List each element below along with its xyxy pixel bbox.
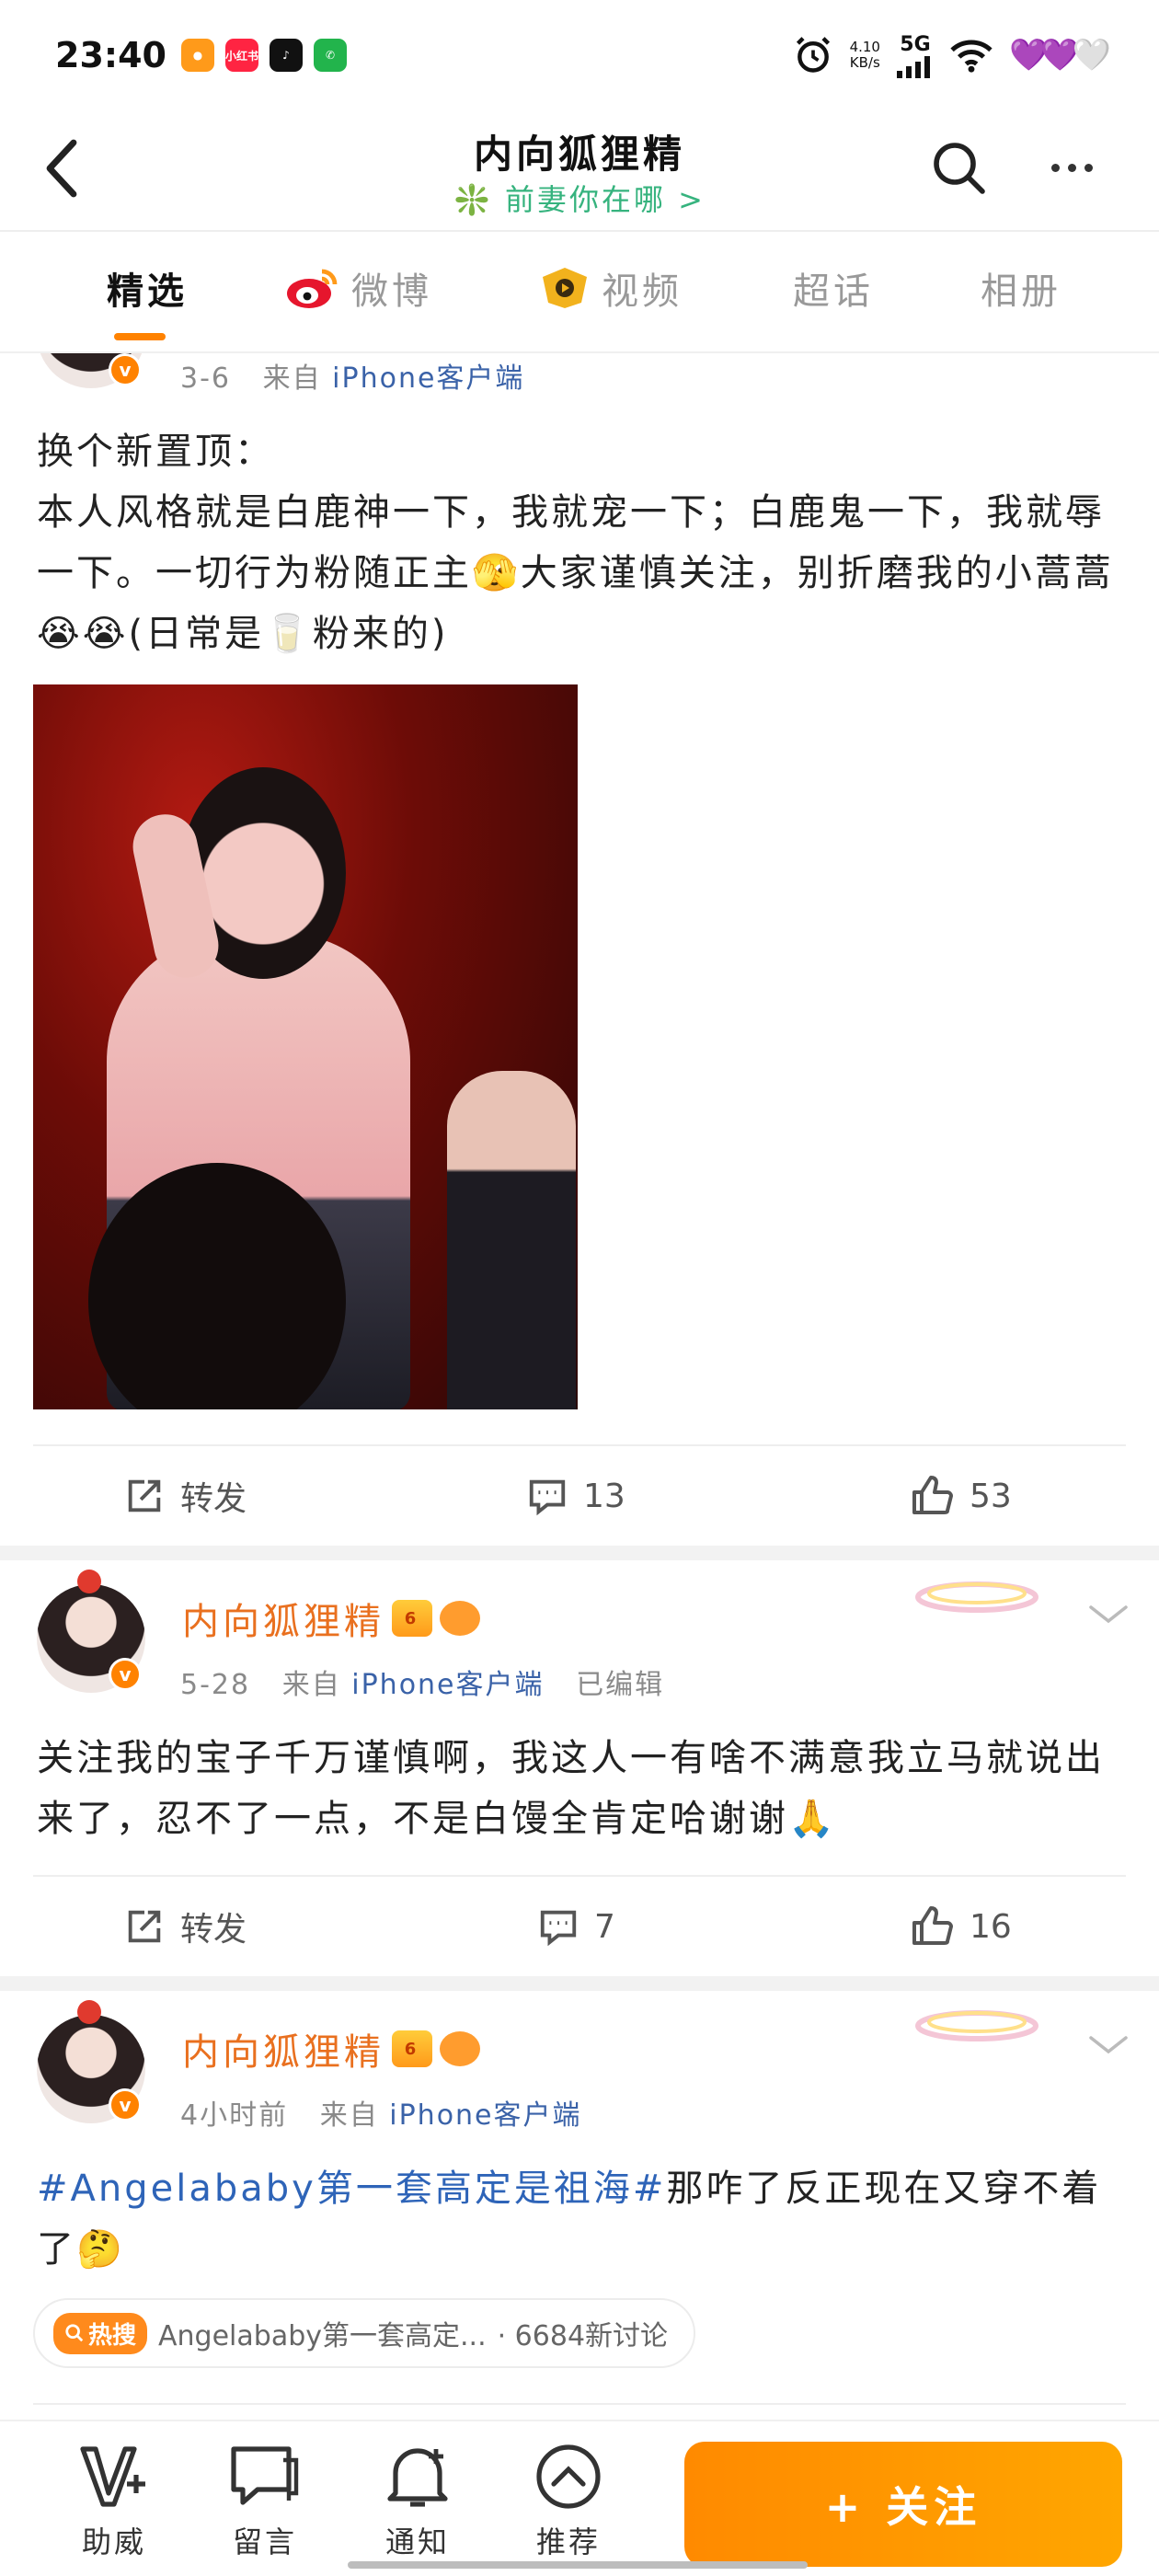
- tab-featured[interactable]: 精选: [107, 261, 188, 315]
- active-tab-indicator: [114, 333, 166, 340]
- card-decoration-icon: [915, 1581, 1039, 1613]
- post-actions: 转发 13 53: [0, 1446, 1159, 1546]
- chevron-up-circle-icon: [536, 2444, 601, 2509]
- tab-super-topic[interactable]: 超话: [793, 261, 874, 315]
- alarm-icon: [796, 37, 830, 73]
- post-text: #Angelababy第一套高定是祖海#那咋了反正现在又穿不着了🤔: [37, 2168, 1102, 2271]
- repost-icon: [128, 1479, 161, 1512]
- recommend-button[interactable]: 推荐: [513, 2442, 624, 2561]
- fish-badge-icon: [440, 2031, 480, 2066]
- verified-badge-icon: v: [109, 2088, 142, 2122]
- post-meta: 3-6 来自 iPhone客户端: [180, 362, 525, 395]
- comment-button[interactable]: 7: [537, 1877, 615, 1976]
- tab-weibo[interactable]: 微博: [285, 261, 432, 315]
- post-source-link[interactable]: iPhone客户端: [389, 2099, 581, 2132]
- status-bar: 23:40 ● 小红书 ♪ ✆ 4.10 KB/s 5G 💜💜🤍: [0, 0, 1159, 110]
- thumbs-up-icon: [912, 1476, 953, 1514]
- post-actions: 转发 7 16: [0, 1877, 1159, 1976]
- tab-video[interactable]: 视频: [539, 261, 683, 315]
- crown-level-icon: 6: [392, 2030, 432, 2067]
- search-icon: [934, 143, 985, 194]
- signal-bars-icon: [896, 55, 930, 78]
- card-separator: [0, 1976, 1159, 1991]
- comment-icon: [540, 1910, 577, 1947]
- post-meta: 4小时前 来自 iPhone客户端: [180, 2099, 582, 2132]
- card-separator: [0, 1546, 1159, 1560]
- tab-album[interactable]: 相册: [981, 261, 1061, 315]
- hot-topic-text: Angelababy第一套高定...: [158, 2320, 487, 2352]
- repost-button[interactable]: 转发: [123, 1877, 247, 1976]
- fish-badge-icon: [440, 1601, 480, 1636]
- divider: [33, 2403, 1126, 2405]
- profile-header: 内向狐狸精 ❇️ 前妻你在哪 >: [0, 110, 1159, 230]
- hot-search-tag: 热搜: [53, 2312, 148, 2354]
- post-image[interactable]: [33, 684, 578, 1409]
- video-logo-icon: [543, 268, 587, 308]
- verified-badge-icon: v: [109, 353, 142, 386]
- network-type: 5G: [900, 32, 931, 56]
- verified-badge-icon: v: [109, 1658, 142, 1691]
- like-button[interactable]: 53: [911, 1446, 1012, 1546]
- more-dot: [1084, 163, 1093, 172]
- wifi-icon: [950, 40, 993, 73]
- battery-hearts: 💜💜🤍: [1008, 37, 1111, 74]
- hashtag-link[interactable]: #Angelababy第一套高定是祖海#: [37, 2168, 666, 2210]
- like-button[interactable]: 16: [911, 1877, 1012, 1976]
- notify-button[interactable]: 通知: [362, 2442, 473, 2561]
- apple-decoration-icon: [77, 1570, 101, 1593]
- chat-app-icon: ✆: [313, 39, 347, 72]
- profile-tabs: 精选 微博 视频 超话 相册: [0, 232, 1159, 351]
- hot-search-pill[interactable]: 热搜 Angelababy第一套高定... · 6684新讨论: [33, 2298, 695, 2368]
- message-button[interactable]: 留言: [210, 2442, 320, 2561]
- chevron-down-icon[interactable]: [1085, 1592, 1131, 1638]
- hot-topic-count: · 6684新讨论: [497, 2320, 669, 2352]
- cheer-button[interactable]: 助威: [59, 2442, 169, 2561]
- bell-plus-icon: [387, 2448, 448, 2507]
- post-meta: 5-28 来自 iPhone客户端 已编辑: [180, 1669, 665, 1701]
- notification-app-icons: ● 小红书 ♪ ✆: [180, 39, 347, 72]
- image-figure: [447, 1071, 576, 1409]
- comment-icon: [529, 1479, 566, 1516]
- weibo-app-icon: ●: [180, 39, 214, 72]
- comment-button[interactable]: 13: [526, 1446, 625, 1546]
- more-button[interactable]: [1039, 138, 1104, 197]
- more-dot: [1067, 163, 1076, 172]
- more-dot: [1050, 163, 1060, 172]
- status-time: 23:40: [55, 35, 166, 75]
- apple-decoration-icon: [77, 2000, 101, 2024]
- weibo-logo-icon: [287, 269, 338, 308]
- divider: [0, 351, 1159, 353]
- post-source-link[interactable]: iPhone客户端: [351, 1669, 544, 1701]
- post-text: 关注我的宝子千万谨慎啊，我这人一有啥不满意我立马就说出来了，忍不了一点，不是白馒…: [37, 1737, 1105, 1840]
- cheer-v-icon: [80, 2446, 145, 2507]
- tiktok-app-icon: ♪: [269, 39, 303, 72]
- card-decoration-icon: [915, 2010, 1039, 2041]
- xiaohongshu-app-icon: 小红书: [224, 39, 258, 72]
- message-icon: [231, 2446, 299, 2505]
- crown-level-icon: 6: [392, 1600, 432, 1637]
- edited-label: 已编辑: [576, 1669, 665, 1701]
- post-source-link[interactable]: iPhone客户端: [332, 362, 524, 395]
- search-button[interactable]: [929, 138, 988, 197]
- repost-icon: [128, 1910, 161, 1943]
- username[interactable]: 内向狐狸精 6: [182, 1592, 480, 1645]
- home-indicator[interactable]: [348, 2561, 808, 2569]
- username[interactable]: 内向狐狸精 6: [182, 2022, 480, 2076]
- network-speed: 4.10 KB/s: [849, 39, 880, 71]
- follow-button[interactable]: + 关注: [684, 2442, 1122, 2567]
- chevron-down-icon[interactable]: [1085, 2022, 1131, 2068]
- bottom-action-bar: 助威 留言 通知 推荐 + 关注: [0, 2420, 1159, 2576]
- search-icon: [65, 2324, 84, 2342]
- post-text: 换个新置顶： 本人风格就是白鹿神一下，我就宠一下；白鹿鬼一下，我就辱一下。一切行…: [37, 431, 1114, 655]
- thumbs-up-icon: [912, 1906, 953, 1945]
- repost-button[interactable]: 转发: [123, 1446, 247, 1546]
